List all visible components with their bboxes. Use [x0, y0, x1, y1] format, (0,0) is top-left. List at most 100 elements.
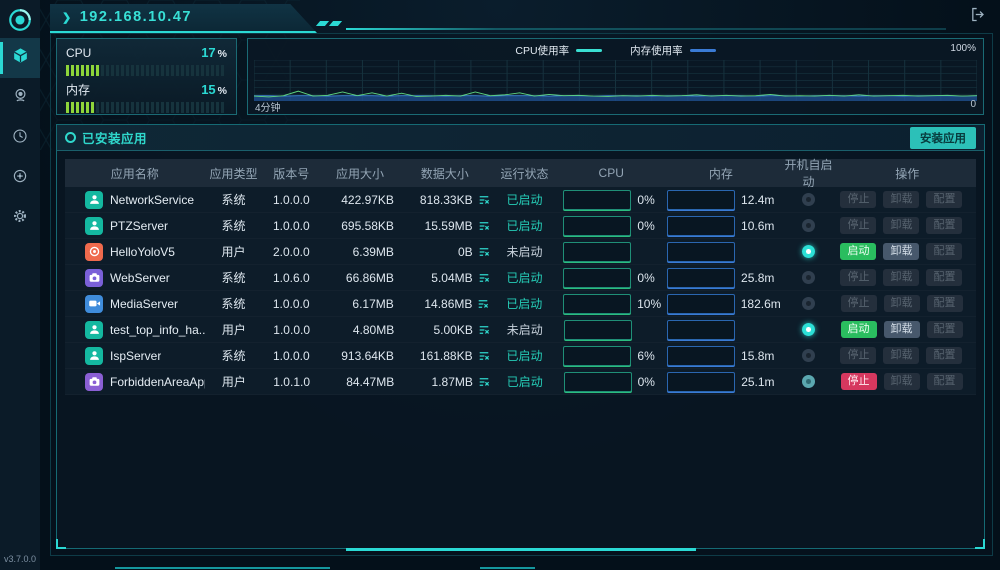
- autostart-radio[interactable]: [802, 219, 815, 232]
- ops-cell: 停止卸载配置: [839, 295, 976, 312]
- mem-usage: 25.1m: [741, 375, 774, 389]
- data-size: 5.00KB: [434, 323, 473, 337]
- cpu-limit-input[interactable]: [563, 190, 631, 210]
- mem-limit-input[interactable]: [667, 190, 735, 210]
- cpu-usage: 0%: [637, 219, 654, 233]
- clear-data-icon[interactable]: [478, 272, 490, 284]
- mem-limit-input[interactable]: [667, 268, 735, 288]
- table-row: PTZServer系统1.0.0.0695.58KB15.59MB已启动0%10…: [65, 213, 976, 239]
- run-status: 已启动: [490, 269, 560, 286]
- resource-gauge-panel: CPU 17% 内存 15%: [56, 38, 237, 115]
- sidebar-item-apps[interactable]: [0, 38, 40, 78]
- autostart-radio[interactable]: [802, 323, 815, 336]
- bottom-deco-line: [115, 567, 330, 569]
- cpu-limit-input[interactable]: [563, 346, 631, 366]
- clear-data-icon[interactable]: [478, 220, 490, 232]
- data-size: 15.59MB: [425, 219, 473, 233]
- cpu-limit-input[interactable]: [563, 294, 631, 314]
- clear-data-icon[interactable]: [478, 194, 490, 206]
- autostart-radio[interactable]: [802, 349, 815, 362]
- autostart-cell: [779, 193, 839, 206]
- app-size: 695.58KB: [320, 219, 400, 233]
- install-app-button[interactable]: 安装应用: [910, 127, 976, 149]
- chevron-right-icon: ❯: [62, 12, 73, 24]
- logout-button[interactable]: [969, 6, 986, 28]
- mem-limit-input[interactable]: [667, 346, 735, 366]
- app-version: 1.0.0.0: [262, 349, 320, 363]
- config-button: 配置: [926, 217, 962, 234]
- app-name-cell: WebServer: [65, 269, 205, 287]
- uninstall-button[interactable]: 卸载: [884, 321, 920, 338]
- cpu-limit-input[interactable]: [563, 242, 631, 262]
- sidebar-item-target[interactable]: [0, 158, 40, 198]
- cpu-limit-cell: 6%: [559, 346, 663, 366]
- mem-gauge-unit: %: [218, 85, 227, 97]
- app-name-cell: NetworkService: [65, 191, 205, 209]
- sidebar-item-history[interactable]: [0, 118, 40, 158]
- cpu-limit-input[interactable]: [564, 372, 632, 392]
- clear-data-icon[interactable]: [478, 324, 490, 336]
- cpu-limit-input[interactable]: [563, 216, 631, 236]
- app-type: 系统: [205, 217, 263, 234]
- mem-limit-input[interactable]: [667, 372, 735, 392]
- app-name: WebServer: [110, 271, 170, 285]
- cpu-gauge-value: 17: [201, 45, 215, 60]
- cpu-gauge-bar: [66, 65, 227, 76]
- legend-mem-label: 内存使用率: [630, 43, 683, 58]
- clear-data-icon[interactable]: [478, 376, 490, 388]
- person-app-icon: [85, 321, 103, 339]
- sidebar-item-settings[interactable]: [0, 198, 40, 238]
- legend-mem-swatch: [690, 49, 716, 52]
- mem-limit-cell: [663, 242, 779, 262]
- autostart-cell: [779, 219, 839, 232]
- run-status: 未启动: [490, 243, 560, 260]
- clear-data-icon[interactable]: [477, 298, 489, 310]
- clear-data-icon[interactable]: [478, 350, 490, 362]
- cpu-limit-input[interactable]: [563, 268, 631, 288]
- app-type: 系统: [205, 191, 263, 208]
- panel-title-dot-icon: [65, 132, 76, 143]
- mem-limit-input[interactable]: [667, 216, 735, 236]
- autostart-radio[interactable]: [802, 297, 815, 310]
- panel-title: 已安装应用: [82, 128, 147, 147]
- cpu-usage: 0%: [637, 271, 654, 285]
- app-size: 913.64KB: [320, 349, 400, 363]
- stop-button: 停止: [840, 191, 876, 208]
- sidebar-item-camera[interactable]: [0, 78, 40, 118]
- corner-accent: [975, 539, 985, 549]
- mem-limit-input[interactable]: [667, 320, 735, 340]
- clear-data-icon[interactable]: [478, 246, 490, 258]
- app-size: 66.86MB: [320, 271, 400, 285]
- run-status: 已启动: [490, 217, 560, 234]
- stop-button[interactable]: 停止: [841, 373, 877, 390]
- app-size: 422.97KB: [320, 193, 400, 207]
- x-axis-right-label: 0: [970, 99, 976, 114]
- uninstall-button[interactable]: 卸载: [883, 243, 919, 260]
- start-button[interactable]: 启动: [840, 243, 876, 260]
- app-name: test_top_info_ha...: [110, 323, 205, 337]
- cpu-limit-cell: 0%: [559, 216, 663, 236]
- autostart-radio[interactable]: [802, 271, 815, 284]
- stop-button: 停止: [840, 347, 876, 364]
- autostart-radio[interactable]: [802, 245, 815, 258]
- ops-cell: 停止卸载配置: [838, 191, 976, 208]
- data-size-cell: 15.59MB: [400, 219, 490, 233]
- autostart-radio[interactable]: [802, 193, 815, 206]
- mem-limit-input[interactable]: [667, 242, 735, 262]
- col-app-type: 应用类型: [205, 165, 263, 182]
- cpu-limit-input[interactable]: [564, 320, 632, 340]
- autostart-radio[interactable]: [802, 375, 815, 388]
- mem-usage: 12.4m: [741, 193, 774, 207]
- mem-limit-input[interactable]: [667, 294, 735, 314]
- app-name: PTZServer: [110, 219, 168, 233]
- app-name: NetworkService: [110, 193, 194, 207]
- mem-gauge-bar: [66, 102, 227, 113]
- start-button[interactable]: 启动: [841, 321, 877, 338]
- uninstall-button: 卸载: [883, 347, 919, 364]
- topbar: ❯192.168.10.47: [50, 4, 990, 34]
- table-rows: NetworkService系统1.0.0.0422.97KB818.33KB已…: [65, 187, 976, 395]
- ops-cell: 停止卸载配置: [839, 373, 976, 390]
- table-row: NetworkService系统1.0.0.0422.97KB818.33KB已…: [65, 187, 976, 213]
- col-version: 版本号: [262, 165, 320, 182]
- col-app-name: 应用名称: [65, 165, 205, 182]
